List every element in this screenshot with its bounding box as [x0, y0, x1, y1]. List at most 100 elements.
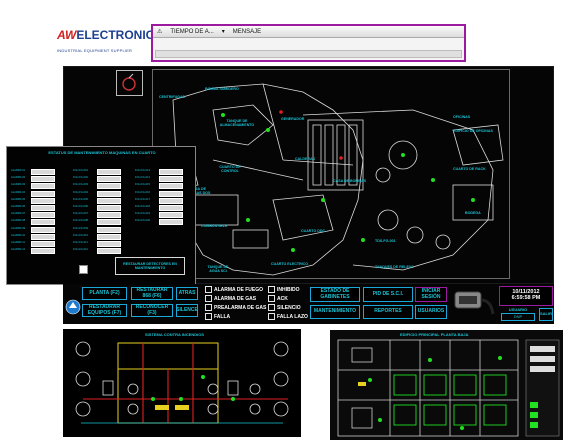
column-header-message[interactable]: MENSAJE [229, 29, 265, 35]
legend-checkbox-falla[interactable] [205, 313, 212, 320]
fire-system-diagram-thumbnail[interactable]: SISTEMA CONTRA INCENDIOS [63, 329, 301, 437]
map-label-bomba-sumidero[interactable]: BOMBA SUMIDERO [205, 87, 239, 92]
maintenance-row-label: FCH-FG-013 [135, 169, 150, 172]
maintenance-status-field[interactable] [97, 197, 121, 204]
maintenance-status-field[interactable] [97, 248, 121, 255]
maintenance-status-field[interactable] [31, 176, 55, 183]
legend-checkbox-silencio[interactable] [268, 304, 275, 311]
map-label-cuarto-ddc[interactable]: CUARTO DDC [301, 229, 325, 234]
maintenance-status-field[interactable] [31, 212, 55, 219]
map-label-tanque-agua-sci[interactable]: TANQUE DE AGUA SCI [203, 265, 233, 274]
maintenance-status-field[interactable] [97, 205, 121, 211]
salir-button[interactable]: SALIR [539, 308, 553, 321]
map-label-cuarto-control[interactable]: CUARTO DE CONTROL [215, 165, 245, 174]
maintenance-row-label: FCH-FG-014 [135, 176, 150, 180]
maintenance-row-label: FCH-FG-008 [73, 219, 88, 223]
map-label-calderas[interactable]: CALDERAS [295, 157, 315, 162]
map-label-edificio-oficinas[interactable]: EDIFICIO DE OFICINAS [453, 129, 493, 134]
maintenance-status-field[interactable] [159, 197, 183, 204]
maintenance-status-field[interactable] [97, 226, 121, 233]
legend-label-falla: FALLA [214, 314, 231, 320]
maintenance-status-field[interactable] [31, 241, 55, 247]
iniciar-sesion-button[interactable]: INICIAR SESIÓN [415, 287, 447, 302]
map-label-centrifugas[interactable]: CENTRIFUGAS [159, 95, 185, 100]
estado-gabinetes-button[interactable]: ESTADO DE GABINETES [310, 287, 360, 302]
silence-button[interactable]: SILENCE [176, 304, 198, 317]
maintenance-checkbox[interactable] [79, 265, 88, 274]
maintenance-status-field[interactable] [159, 205, 183, 211]
horizontal-scrollbar[interactable] [155, 50, 462, 58]
maintenance-status-field[interactable] [31, 205, 55, 211]
maintenance-status-panel: ESTATUS DE MANTENIMIENTO MAQUINAS EN CUA… [6, 146, 196, 285]
maintenance-status-field[interactable] [97, 233, 121, 240]
maintenance-row-label: FCH-FG-006 [73, 205, 88, 208]
legend-checkbox-alarma-gas[interactable] [205, 295, 212, 302]
fire-system-piping-drawing [75, 341, 289, 424]
maintenance-status-field[interactable] [159, 183, 183, 190]
maintenance-status-field[interactable] [97, 183, 121, 190]
maintenance-status-field[interactable] [97, 212, 121, 219]
maintenance-status-field[interactable] [31, 248, 55, 255]
legend-checkbox-falla-lazo[interactable] [268, 313, 275, 320]
maintenance-row-label: FCH-FG-019 [135, 212, 150, 216]
mantenimiento-button[interactable]: MANTENIMIENTO [310, 305, 360, 319]
warning-icon: ⚠ [157, 29, 163, 35]
maintenance-status-field[interactable] [97, 219, 121, 226]
map-label-cuarto-rack[interactable]: CUARTO DE RACK [453, 167, 486, 172]
map-label-generador[interactable]: GENERADOR [281, 117, 304, 122]
map-label-combustible[interactable]: COMBUSTIBLE [201, 224, 227, 229]
map-label-oficinas[interactable]: OFICINAS [453, 115, 470, 120]
restaurar-868-button[interactable]: RESTAURAR 868 (F6) [131, 287, 173, 300]
maintenance-row-label: FCH-FG-020 [135, 219, 150, 223]
legend-checkbox-inhibido[interactable] [268, 286, 275, 293]
map-label-tanque-almacenamiento[interactable]: TANQUE DE ALMACENAMIENTO [217, 119, 257, 128]
restore-detectors-button[interactable]: RESTAURAR DETECTORES EN MANTENIMIENTO [115, 257, 185, 275]
map-label-cuarto-electrico[interactable]: CUARTO ELECTRICO [271, 262, 308, 267]
fire-extinguisher-icon[interactable] [116, 70, 143, 96]
legend-checkbox-prealarma-gas[interactable] [205, 304, 212, 311]
pid-sci-button[interactable]: PID DE S.C.I. [363, 287, 413, 302]
column-header-time[interactable]: TIEMPO DE A... [166, 29, 217, 35]
alarm-message-window: ⚠ TIEMPO DE A... ▾ MENSAJE [151, 24, 466, 62]
maintenance-status-field[interactable] [31, 183, 55, 190]
maintenance-row-label: ALARMA 03 [11, 183, 26, 187]
reportes-button[interactable]: REPORTES [363, 305, 413, 319]
planta-button[interactable]: PLANTA (F2) [82, 287, 127, 300]
maintenance-row-label: FCH-FG-002 [73, 176, 88, 180]
map-label-tds-fg[interactable]: TDS-FG-001 [375, 239, 396, 244]
usuarios-button[interactable]: USUARIOS [415, 305, 447, 319]
maintenance-status-field[interactable] [97, 241, 121, 247]
map-label-bodega[interactable]: BODEGA [465, 211, 481, 216]
maintenance-status-field[interactable] [159, 176, 183, 183]
maintenance-status-field[interactable] [97, 176, 121, 183]
atras-button[interactable]: ATRAS [176, 287, 198, 300]
message-table-header: ⚠ TIEMPO DE A... ▾ MENSAJE [153, 26, 464, 38]
restaurar-equipos-button[interactable]: RESTAURAR EQUIPOS (F7) [82, 304, 127, 317]
maintenance-row-label: FCH-FG-018 [135, 205, 150, 208]
legend-checkbox-ack[interactable] [268, 295, 275, 302]
reconocer-button[interactable]: RECONOCER (F3) [131, 304, 173, 317]
home-globe-icon[interactable] [65, 298, 81, 316]
maintenance-status-field[interactable] [159, 219, 183, 226]
maintenance-status-field[interactable] [31, 169, 55, 175]
maintenance-status-field[interactable] [97, 190, 121, 197]
map-label-casa-bombas[interactable]: CASA DE BOMBAS [333, 179, 366, 184]
maintenance-row-label: ALARMA 07 [11, 212, 26, 216]
maintenance-status-field[interactable] [159, 190, 183, 197]
map-label-tanques-relevo[interactable]: TANQUES DE RELEVO [375, 265, 414, 270]
maintenance-status-field[interactable] [31, 226, 55, 233]
legend-checkbox-alarma-fuego[interactable] [205, 286, 212, 293]
maintenance-row-label: ALARMA 11 [11, 241, 25, 244]
maintenance-status-field[interactable] [31, 197, 55, 204]
maintenance-status-field[interactable] [97, 169, 121, 175]
maintenance-status-field[interactable] [31, 219, 55, 226]
maintenance-status-field[interactable] [31, 233, 55, 240]
maintenance-status-field[interactable] [159, 169, 183, 175]
maintenance-row-label: ALARMA 05 [11, 197, 26, 201]
maintenance-status-field[interactable] [31, 190, 55, 197]
building-floorplan-thumbnail[interactable]: EDIFICIO PRINCIPAL PLANTA BAJA [330, 330, 563, 440]
maintenance-row-label: ALARMA 04 [11, 190, 26, 194]
maintenance-status-field[interactable] [159, 212, 183, 219]
maintenance-row-label: FCH-FG-016 [135, 190, 150, 194]
usuario-label: USUARIO [508, 307, 528, 312]
